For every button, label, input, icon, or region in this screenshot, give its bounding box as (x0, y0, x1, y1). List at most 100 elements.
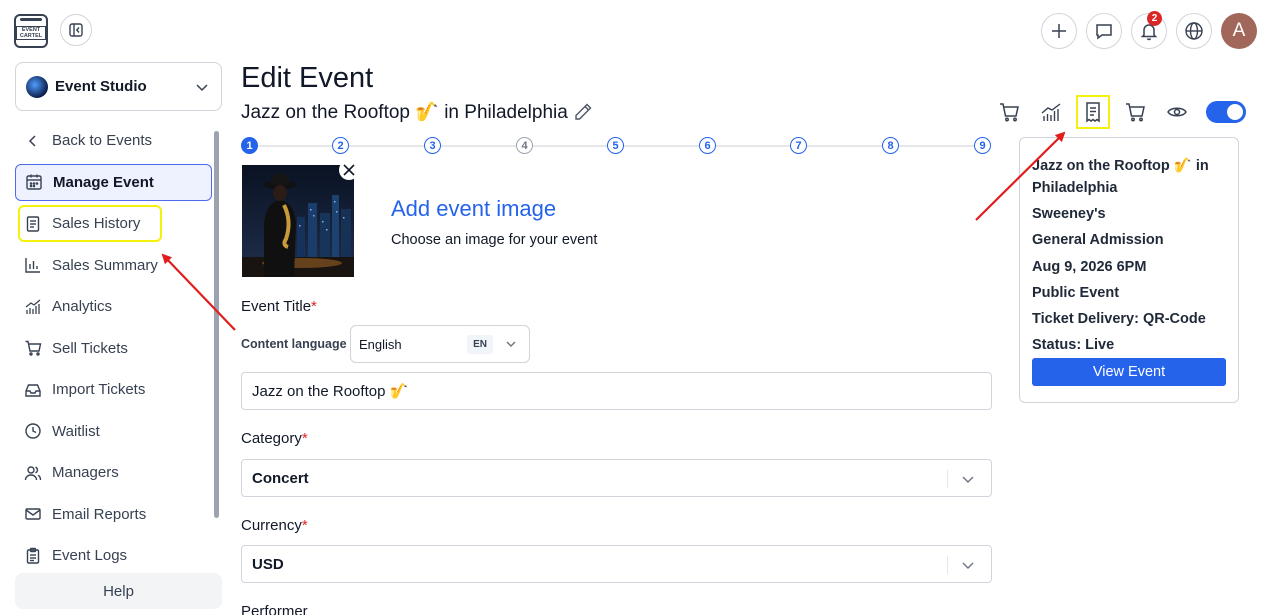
step-9[interactable]: 9 (974, 137, 991, 154)
summary-admission: General Admission (1032, 232, 1164, 249)
select-divider (947, 556, 948, 574)
language-button[interactable] (1176, 13, 1212, 49)
event-title-value: Jazz on the Rooftop 🎷 (252, 383, 409, 400)
chevron-down-icon (962, 562, 974, 569)
sidebar-nav: Back to Events Manage Event Sales Histor… (15, 122, 212, 579)
select-divider (947, 470, 948, 488)
publish-toggle[interactable] (1206, 101, 1246, 123)
create-button[interactable] (1041, 13, 1077, 49)
sidebar-item-event-logs[interactable]: Event Logs (15, 537, 212, 574)
sidebar-item-managers[interactable]: Managers (15, 454, 212, 491)
category-value: Concert (252, 469, 309, 487)
chevron-down-icon (196, 83, 208, 91)
sidebar-item-label: Analytics (52, 298, 113, 315)
studio-switcher[interactable]: Event Studio (15, 62, 222, 111)
clock-icon (25, 423, 41, 439)
currency-select[interactable]: USD (241, 545, 992, 583)
language-code-badge: EN (467, 334, 493, 354)
summary-venue: Sweeney's (1032, 206, 1106, 222)
step-6[interactable]: 6 (699, 137, 716, 154)
event-toolbar (988, 95, 1246, 129)
currency-label-text: Currency (241, 517, 302, 534)
step-3[interactable]: 3 (424, 137, 441, 154)
performer-label: Performer (241, 603, 308, 615)
top-actions: 2 A (1041, 11, 1257, 49)
sidebar-item-label: Sell Tickets (52, 339, 128, 357)
mail-icon (25, 508, 41, 520)
step-8[interactable]: 8 (882, 137, 899, 154)
category-label-text: Category (241, 430, 302, 447)
notifications-button[interactable]: 2 (1131, 11, 1167, 49)
step-7[interactable]: 7 (790, 137, 807, 154)
sales-history-button[interactable] (1076, 95, 1110, 129)
cart-icon (25, 340, 42, 356)
cart-icon (1000, 103, 1019, 122)
content-language-value: English (359, 336, 402, 352)
studio-logo-icon (26, 75, 48, 98)
event-title-label-text: Event Title (241, 298, 312, 315)
summary-delivery: Ticket Delivery: QR-Code (1032, 311, 1206, 328)
category-label: Category* (241, 430, 308, 447)
currency-label: Currency* (241, 517, 308, 534)
sidebar-scrollbar[interactable] (214, 131, 219, 518)
sidebar-item-label: Back to Events (52, 132, 153, 149)
sidebar-item-back-to-events[interactable]: Back to Events (15, 122, 212, 159)
messages-button[interactable] (1086, 13, 1122, 49)
required-mark: * (301, 517, 308, 534)
sidebar-item-waitlist[interactable]: Waitlist (15, 413, 212, 450)
collapse-sidebar-button[interactable] (60, 14, 92, 46)
step-1[interactable]: 1 (241, 137, 258, 154)
receipt-icon (26, 215, 40, 232)
avatar[interactable]: A (1221, 13, 1257, 49)
event-subtitle: Jazz on the Rooftop 🎷 in Philadelphia (241, 100, 594, 124)
sidebar-item-sales-history[interactable]: Sales History (18, 205, 162, 242)
cart-icon (1126, 103, 1145, 122)
content-language-select[interactable]: English EN (350, 325, 530, 363)
required-mark: * (301, 430, 308, 447)
chevron-down-icon (506, 341, 516, 347)
sidebar-item-label: Manage Event (53, 173, 154, 191)
chat-icon (1096, 24, 1112, 40)
page-title: Edit Event (241, 62, 374, 94)
step-5[interactable]: 5 (607, 137, 624, 154)
preview-button[interactable] (1156, 95, 1198, 129)
step-2[interactable]: 2 (332, 137, 349, 154)
sidebar-item-label: Email Reports (52, 505, 147, 523)
sidebar-item-label: Import Tickets (52, 381, 146, 398)
help-button[interactable]: Help (15, 573, 222, 609)
sidebar-item-manage-event[interactable]: Manage Event (15, 163, 212, 201)
pencil-icon[interactable] (572, 101, 594, 123)
sidebar-item-analytics[interactable]: Analytics (15, 288, 212, 325)
calendar-icon (26, 174, 42, 190)
sidebar-item-label: Waitlist (52, 422, 100, 440)
trend-chart-icon (25, 299, 41, 314)
step-4[interactable]: 4 (516, 137, 533, 154)
sidebar-item-label: Sales Summary (52, 256, 158, 274)
sidebar-collapse-icon (69, 23, 83, 37)
event-title-input[interactable]: Jazz on the Rooftop 🎷 (241, 372, 992, 410)
remove-image-button[interactable] (339, 160, 359, 180)
sidebar-item-email-reports[interactable]: Email Reports (15, 496, 212, 533)
event-image-thumbnail[interactable] (242, 165, 354, 277)
category-select[interactable]: Concert (241, 459, 992, 497)
close-icon (343, 164, 355, 176)
sidebar-item-import-tickets[interactable]: Import Tickets (15, 371, 212, 408)
summary-visibility: Public Event (1032, 284, 1120, 301)
sell-tickets-button[interactable] (1114, 95, 1156, 129)
orders-button[interactable] (988, 95, 1030, 129)
eye-icon (1167, 107, 1187, 117)
users-icon (24, 465, 42, 480)
sidebar-item-sales-summary[interactable]: Sales Summary (15, 247, 212, 284)
chevron-left-icon (28, 134, 36, 147)
summary-status: Status: Live (1032, 337, 1115, 354)
view-event-button[interactable]: View Event (1032, 358, 1226, 386)
sidebar-item-label: Sales History (52, 215, 141, 232)
analytics-button[interactable] (1030, 95, 1072, 129)
plus-icon (1052, 24, 1066, 38)
app-logo[interactable]: EVENT CARTEL (14, 14, 48, 48)
inbox-icon (25, 383, 41, 397)
sidebar-item-sell-tickets[interactable]: Sell Tickets (15, 330, 212, 367)
receipt-icon (1086, 102, 1100, 123)
add-event-image-link[interactable]: Add event image (391, 196, 556, 222)
event-subtitle-text: Jazz on the Rooftop 🎷 in Philadelphia (241, 102, 568, 123)
